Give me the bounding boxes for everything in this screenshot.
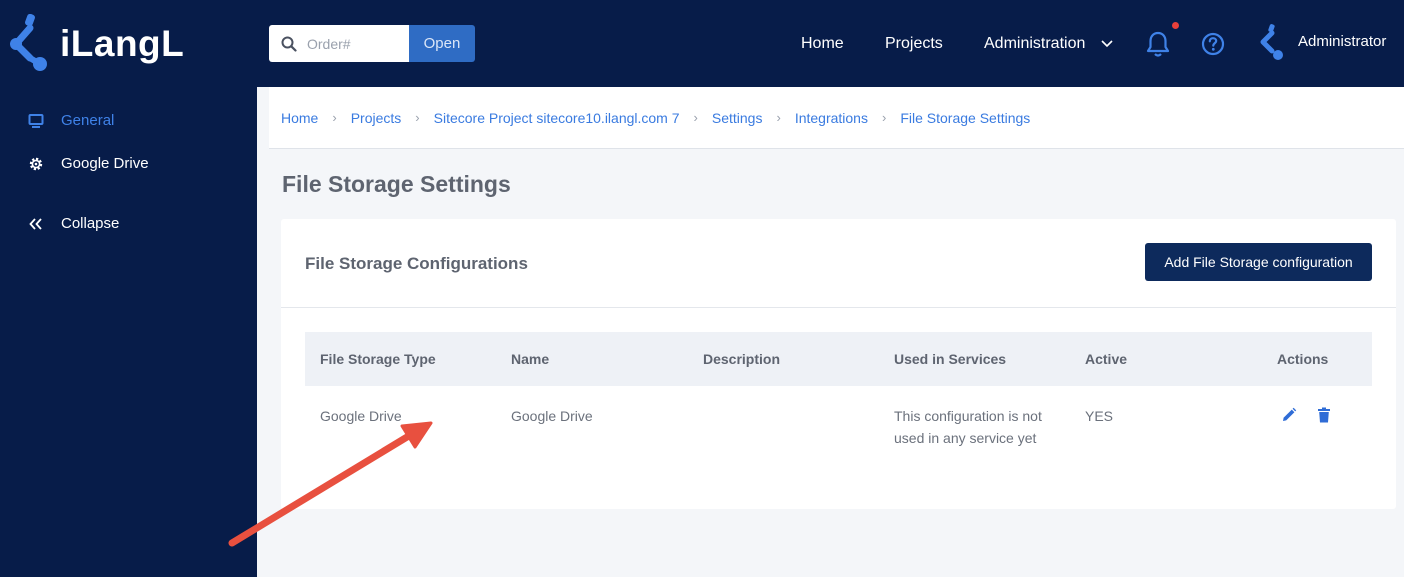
breadcrumb-chevron-icon: › [881, 110, 887, 125]
breadcrumb-chevron-icon: › [693, 110, 698, 125]
column-header[interactable]: Active [1085, 351, 1127, 367]
chevron-down-icon[interactable] [1101, 40, 1113, 48]
cell-active: YES [1085, 408, 1114, 424]
user-name[interactable]: Administrator [1298, 33, 1386, 50]
sidebar-collapse[interactable]: Collapse [0, 215, 257, 232]
sidebar-item-google-drive[interactable]: Google Drive [0, 155, 257, 172]
breadcrumb-chevron-icon: › [776, 110, 781, 125]
breadcrumb: Home › Projects › Sitecore Project sitec… [269, 87, 1404, 149]
notification-badge [1172, 22, 1179, 29]
ilangl-logo-icon [10, 14, 47, 71]
sidebar-item-general[interactable]: General [0, 112, 257, 129]
file-storage-card: File Storage Configurations Add File Sto… [281, 219, 1396, 509]
order-search-input[interactable] [307, 35, 397, 52]
main-content: Home › Projects › Sitecore Project sitec… [257, 87, 1404, 577]
sidebar-item-label: General [61, 112, 115, 129]
search-icon [281, 36, 297, 52]
cell-name: Google Drive [511, 408, 593, 424]
breadcrumb-settings[interactable]: Settings [712, 110, 763, 126]
order-search: Open [269, 25, 475, 62]
breadcrumb-chevron-icon: › [332, 110, 337, 125]
breadcrumb-home[interactable]: Home [281, 110, 318, 126]
brand-name: iLangL [60, 23, 185, 64]
breadcrumb-projects[interactable]: Projects [351, 110, 402, 126]
breadcrumb-file-storage-settings[interactable]: File Storage Settings [900, 110, 1030, 126]
edit-pencil-icon[interactable] [1281, 407, 1297, 423]
gear-icon [26, 156, 46, 172]
column-header: Actions [1277, 351, 1329, 367]
breadcrumb-project[interactable]: Sitecore Project sitecore10.ilangl.com 7 [434, 110, 680, 126]
page-title: File Storage Settings [282, 171, 511, 197]
cell-used-in-services: This configuration is not used in any se… [894, 408, 1042, 446]
app-logo[interactable]: iLangL [10, 14, 184, 74]
bell-icon[interactable] [1145, 30, 1171, 58]
card-header: File Storage Configurations Add File Sto… [281, 219, 1396, 308]
file-storage-table: File Storage Type Name Description Used … [305, 332, 1372, 466]
table-row: Google Drive Google Drive This configura… [305, 386, 1372, 466]
sidebar-item-label: Google Drive [61, 155, 149, 172]
column-header[interactable]: Name [511, 351, 549, 367]
open-order-button[interactable]: Open [409, 25, 475, 62]
column-header[interactable]: Description [703, 351, 780, 367]
double-chevron-left-icon [26, 217, 46, 230]
nav-administration[interactable]: Administration [984, 35, 1085, 53]
search-box[interactable] [269, 25, 409, 62]
help-icon[interactable] [1201, 32, 1225, 56]
cell-type: Google Drive [320, 408, 402, 424]
sidebar-item-label: Collapse [61, 215, 120, 232]
sidebar: General Google Drive Collapse [0, 87, 257, 577]
breadcrumb-chevron-icon: › [415, 110, 420, 125]
column-header[interactable]: Used in Services [894, 351, 1006, 367]
nav-projects[interactable]: Projects [885, 35, 943, 53]
monitor-icon [26, 113, 46, 129]
card-title: File Storage Configurations [305, 254, 528, 273]
user-avatar-icon[interactable] [1259, 24, 1285, 60]
add-file-storage-button[interactable]: Add File Storage configuration [1145, 243, 1372, 281]
breadcrumb-integrations[interactable]: Integrations [795, 110, 868, 126]
nav-home[interactable]: Home [801, 35, 844, 53]
trash-icon[interactable] [1317, 407, 1331, 423]
top-bar: iLangL Open Home Projects Administration… [0, 0, 1404, 87]
table-header: File Storage Type Name Description Used … [305, 332, 1372, 386]
column-header[interactable]: File Storage Type [320, 351, 436, 367]
